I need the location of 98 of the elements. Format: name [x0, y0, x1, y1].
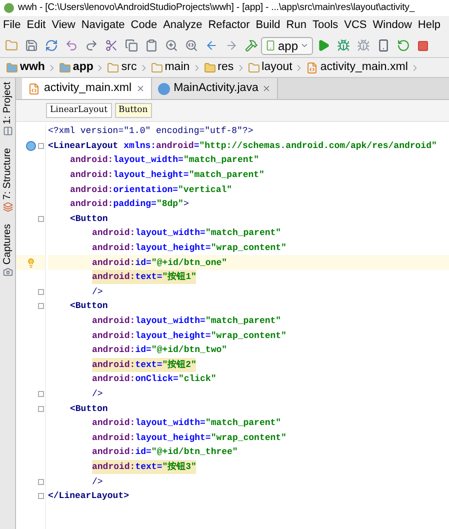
fold-marker-icon[interactable] [38, 216, 44, 222]
tag-path-item[interactable]: Button [114, 103, 152, 118]
folder-icon [204, 62, 216, 74]
folder-icon [107, 62, 120, 74]
code-line: android:id="@+id/btn_three" [92, 446, 238, 460]
class-icon [158, 82, 170, 94]
breadcrumb-item[interactable]: layout [246, 58, 294, 76]
code-line: <Button [70, 212, 108, 226]
code-line: /> [92, 388, 103, 401]
redo-icon [84, 39, 98, 52]
folder-icon [4, 39, 18, 52]
hammer-icon [244, 39, 258, 52]
code-line: android:layout_width="match_parent" [92, 227, 282, 240]
code-line: android:layout_height="wrap_content" [92, 330, 286, 343]
fold-marker-icon[interactable] [38, 288, 44, 295]
code-line: </LinearLayout> [48, 490, 130, 504]
arrow-left-icon [204, 39, 218, 52]
rotate-icon [396, 39, 410, 52]
refresh-icon [44, 39, 58, 52]
copy-icon [124, 39, 138, 52]
fold-marker-icon[interactable] [38, 303, 44, 310]
code-line: android:id="@+id/btn_two" [92, 344, 228, 358]
class-icon [26, 140, 36, 151]
fold-marker-icon[interactable] [38, 142, 44, 149]
fold-marker-icon[interactable] [38, 390, 44, 397]
code-line: android:orientation="vertical" [70, 184, 232, 197]
menu-item[interactable]: Refactor [205, 16, 253, 34]
breadcrumb-item[interactable]: src [105, 58, 139, 76]
xml-file-icon [306, 62, 318, 74]
menu-item[interactable]: Build [252, 16, 284, 34]
fold-marker-icon[interactable] [38, 406, 44, 412]
search-icon [184, 39, 198, 52]
menu-item[interactable]: Run [283, 16, 310, 34]
breadcrumb-item[interactable]: activity_main.xml [304, 58, 410, 76]
menu-item[interactable]: Window [370, 16, 415, 34]
fold-marker-icon[interactable] [38, 478, 44, 485]
code-line: /> [92, 286, 103, 299]
close-icon[interactable] [262, 84, 272, 93]
panel-icon [2, 126, 12, 136]
code-line: /> [92, 476, 103, 489]
menu-item[interactable]: VCS [341, 16, 370, 34]
code-line: <?xml version="1.0" encoding="utf-8"?> [48, 125, 254, 138]
folder-icon [248, 62, 260, 74]
menu-item[interactable]: View [48, 16, 78, 34]
menu-item[interactable]: Help [414, 16, 444, 34]
save-icon [24, 39, 38, 52]
arrow-right-icon [224, 39, 238, 52]
breadcrumb-item[interactable]: res [202, 58, 236, 76]
bug-icon [336, 39, 350, 52]
phone-icon [376, 39, 390, 52]
caret-icon [300, 41, 310, 50]
menu-item[interactable]: Navigate [78, 16, 128, 34]
tool-window-button[interactable]: 7: Structure [0, 148, 15, 212]
undo-icon [64, 39, 78, 52]
breadcrumb-item[interactable]: app [56, 58, 96, 76]
tool-window-button[interactable]: Captures [0, 224, 15, 277]
scissors-icon [104, 39, 118, 52]
menu-item[interactable]: Tools [309, 16, 342, 34]
bug-icon [356, 39, 370, 52]
run-config-dropdown[interactable]: app [261, 36, 314, 54]
code-line: android:layout_width="match_parent" [92, 315, 282, 328]
code-line: android:layout_height="wrap_content" [92, 242, 286, 256]
code-line: android:layout_height="match_parent" [70, 169, 264, 182]
window-title: wwh - [C:\Users\lenovo\AndroidStudioProjects\wwh] - [app] - ...\app\src\main\res\layout\activity_ [18, 0, 415, 15]
fold-marker-icon[interactable] [38, 493, 44, 500]
code-line: <LinearLayout xmlns:android="http://schemas.android.com/apk/res/android" [48, 140, 437, 153]
layers-icon [2, 202, 12, 212]
zoom-in-icon [164, 39, 178, 52]
folder-icon [58, 62, 71, 74]
code-line: android:id="@+id/btn_one" [92, 256, 228, 270]
play-icon [316, 39, 330, 52]
menu-item[interactable]: Edit [24, 16, 49, 34]
editor-tab[interactable]: activity_main.xml [22, 78, 152, 99]
stop-icon [417, 40, 430, 52]
code-line: android:padding="8dp"> [70, 198, 189, 212]
menu-item[interactable]: Code [128, 16, 160, 34]
code-line: android:layout_width="match_parent" [92, 417, 282, 430]
breadcrumb-item[interactable]: wwh [4, 58, 47, 76]
phone-icon [265, 40, 276, 51]
code-line: android:onClick="click" [92, 373, 216, 386]
app-logo-icon [4, 3, 14, 13]
breadcrumb-item[interactable]: main [148, 58, 192, 76]
code-line: android:layout_width="match_parent" [70, 154, 260, 168]
code-line: <Button [70, 300, 108, 314]
code-line: <Button [70, 402, 108, 416]
tool-window-button[interactable]: 1: Project [0, 82, 15, 136]
folder-icon [6, 62, 18, 74]
editor-tab[interactable]: MainActivity.java [152, 78, 278, 99]
clipboard-icon [144, 39, 158, 52]
close-icon[interactable] [136, 84, 145, 93]
xml-file-icon [28, 82, 40, 94]
camera-icon [2, 266, 12, 277]
menu-item[interactable]: Analyze [160, 16, 206, 34]
folder-icon [150, 62, 163, 74]
menu-item[interactable]: File [0, 16, 24, 34]
code-line: android:layout_height="wrap_content" [92, 432, 286, 445]
tag-path-item[interactable]: LinearLayout [46, 103, 112, 118]
lightbulb-icon[interactable] [26, 258, 36, 268]
